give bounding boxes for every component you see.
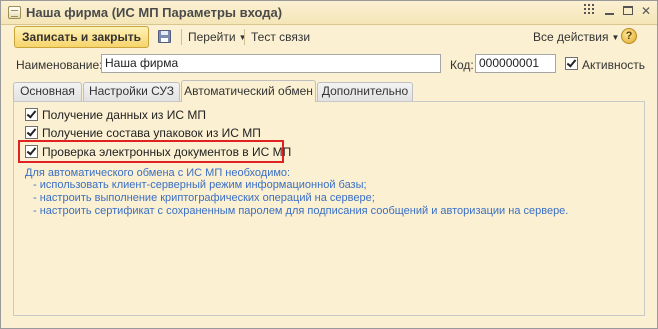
goto-menu[interactable]: Перейти ▼ bbox=[188, 30, 246, 44]
window: Наша фирма (ИС МП Параметры входа) ✕ Зап… bbox=[0, 0, 658, 329]
window-menu-icon[interactable] bbox=[582, 3, 596, 17]
active-label: Активность bbox=[582, 58, 646, 72]
tab-additional[interactable]: Дополнительно bbox=[317, 82, 413, 101]
minimize-icon[interactable] bbox=[602, 4, 616, 18]
goto-label: Перейти bbox=[188, 30, 236, 44]
name-label: Наименование: bbox=[16, 58, 103, 72]
checkmark-icon bbox=[26, 108, 37, 119]
info-line: - настроить выполнение криптографических… bbox=[33, 192, 375, 204]
check-edocs-label: Проверка электронных документов в ИС МП bbox=[42, 145, 292, 159]
toolbar-divider bbox=[244, 29, 245, 45]
checkmark-icon bbox=[26, 145, 37, 156]
code-field[interactable]: 000000001 bbox=[475, 54, 556, 73]
name-field[interactable]: Наша фирма bbox=[101, 54, 441, 73]
receive-data-checkbox[interactable] bbox=[25, 108, 38, 121]
checkmark-icon bbox=[26, 126, 37, 137]
title-bar: Наша фирма (ИС МП Параметры входа) ✕ bbox=[1, 1, 657, 25]
close-icon[interactable]: ✕ bbox=[639, 4, 653, 18]
save-icon[interactable] bbox=[158, 30, 171, 43]
help-icon[interactable]: ? bbox=[621, 28, 637, 44]
all-actions-menu[interactable]: Все действия ▼ bbox=[533, 30, 619, 44]
info-line: - использовать клиент-серверный режим ин… bbox=[33, 179, 367, 191]
chevron-down-icon: ▼ bbox=[611, 33, 620, 42]
tab-suz-settings[interactable]: Настройки СУЗ bbox=[83, 82, 180, 101]
chevron-down-icon: ▼ bbox=[238, 33, 247, 42]
receive-packages-checkbox[interactable] bbox=[25, 126, 38, 139]
toolbar-divider bbox=[181, 29, 182, 45]
window-title: Наша фирма (ИС МП Параметры входа) bbox=[26, 5, 283, 20]
all-actions-label: Все действия bbox=[533, 30, 609, 44]
info-line: - настроить сертификат с сохраненным пар… bbox=[33, 205, 569, 217]
tab-main[interactable]: Основная bbox=[13, 82, 82, 101]
tab-auto-exchange[interactable]: Автоматический обмен bbox=[181, 80, 316, 102]
maximize-icon[interactable] bbox=[621, 4, 635, 18]
app-icon bbox=[8, 6, 21, 19]
receive-data-label: Получение данных из ИС МП bbox=[42, 108, 206, 122]
info-line: Для автоматического обмена с ИС МП необх… bbox=[25, 167, 291, 179]
receive-packages-label: Получение состава упаковок из ИС МП bbox=[42, 126, 261, 140]
toolbar: Записать и закрыть Перейти ▼ Тест связи В… bbox=[1, 25, 657, 51]
save-and-close-button[interactable]: Записать и закрыть bbox=[14, 26, 149, 48]
test-connection-button[interactable]: Тест связи bbox=[251, 30, 310, 44]
active-checkbox[interactable] bbox=[565, 57, 578, 70]
checkmark-icon bbox=[566, 57, 577, 68]
check-edocs-checkbox[interactable] bbox=[25, 145, 38, 158]
code-label: Код: bbox=[450, 58, 474, 72]
